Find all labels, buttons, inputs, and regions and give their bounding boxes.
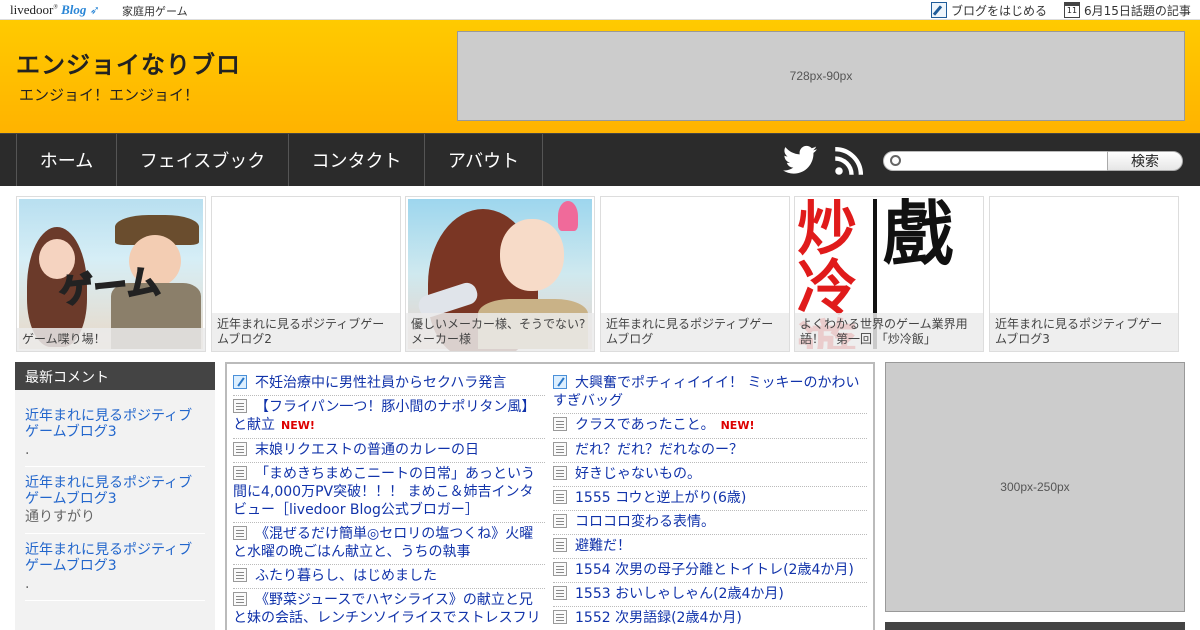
nav-about[interactable]: アバウト: [425, 134, 543, 186]
quill-icon: ➶: [89, 3, 100, 17]
header-ad-placeholder: 728px-90px: [457, 31, 1185, 121]
site-title[interactable]: エンジョイなりブロ: [16, 45, 241, 80]
document-icon: [553, 610, 567, 624]
sidebar-ad-placeholder: 300px-250px: [885, 362, 1185, 612]
nav-home[interactable]: ホーム: [16, 134, 117, 186]
search-button[interactable]: 検索: [1107, 151, 1183, 171]
feed-entry[interactable]: 【フライパン一つ！豚小間のナポリタン風】と献立 NEW!: [233, 396, 545, 439]
feed-entry[interactable]: 《野菜ジュースでハヤシライス》の献立と兄と妹の会話、レンチンソイライスでストレス…: [233, 589, 545, 630]
document-icon: [553, 562, 567, 576]
livedoor-blog-logo[interactable]: livedoor® Blog ➶: [10, 2, 100, 18]
feed-entry[interactable]: 不妊治療中に男性社員からセクハラ発言: [233, 372, 545, 396]
logo-blog-text: Blog: [61, 2, 87, 17]
start-blog-label: ブログをはじめる: [951, 3, 1048, 18]
sidebar-widget-heading-bar: [885, 622, 1185, 630]
thumb-caption: 近年まれに見るポジティブゲームブログ3: [990, 313, 1178, 351]
thumb-caption: ゲーム喋り場！: [17, 328, 205, 351]
blog-feed: 不妊治療中に男性社員からセクハラ発言 【フライパン一つ！豚小間のナポリタン風】と…: [225, 362, 875, 630]
feed-entry[interactable]: 避難だ！: [553, 535, 867, 559]
comment-item: 近年まれに見るポジティブゲームブログ3 .: [25, 534, 205, 601]
site-header: エンジョイなりブロ エンジョイ！エンジョイ！ 728px-90px: [0, 20, 1200, 133]
recent-comments-heading: 最新コメント: [15, 362, 215, 390]
blog-post-icon: [233, 375, 247, 389]
comment-item: 近年まれに見るポジティブゲームブログ3 通りすがり: [25, 467, 205, 534]
feed-entry[interactable]: コロコロ変わる表情。: [553, 511, 867, 535]
document-icon: [553, 417, 567, 431]
document-icon: [233, 442, 247, 456]
twitter-icon[interactable]: [783, 145, 817, 175]
category-link[interactable]: 家庭用ゲーム: [122, 3, 188, 19]
recent-comments-list: 近年まれに見るポジティブゲームブログ3 . 近年まれに見るポジティブゲームブログ…: [15, 390, 215, 630]
calendar-icon: 11: [1064, 2, 1080, 18]
featured-thumb-2[interactable]: 近年まれに見るポジティブゲームブログ2: [211, 196, 401, 352]
blog-post-icon: [553, 375, 567, 389]
document-icon: [233, 399, 247, 413]
document-icon: [233, 568, 247, 582]
document-icon: [233, 526, 247, 540]
document-icon: [553, 466, 567, 480]
document-icon: [553, 490, 567, 504]
search-icon: [890, 155, 901, 166]
comment-post-link[interactable]: 近年まれに見るポジティブゲームブログ3: [25, 475, 205, 507]
feed-entry[interactable]: 好きじゃないもの。: [553, 463, 867, 487]
new-badge: NEW!: [720, 419, 755, 432]
feed-entry[interactable]: 「まめきちまめこニートの日常」あっという間に4,000万PV突破！！！ まめこ＆…: [233, 463, 545, 523]
nav-facebook[interactable]: フェイスブック: [117, 134, 289, 186]
comment-post-link[interactable]: 近年まれに見るポジティブゲームブログ3: [25, 408, 205, 440]
nav-contact[interactable]: コンタクト: [289, 134, 425, 186]
featured-thumb-3[interactable]: 優しいメーカー様、そうでない?メーカー様: [405, 196, 595, 352]
featured-thumb-5[interactable]: 炒冷 遊戲 戲 よくわかる世界のゲーム業界用語！ 第一回 「炒冷飯」: [794, 196, 984, 352]
thumb-game-word: ゲーム: [57, 261, 164, 313]
rss-icon[interactable]: [834, 146, 864, 176]
featured-thumb-6[interactable]: 近年まれに見るポジティブゲームブログ3: [989, 196, 1179, 352]
document-icon: [553, 586, 567, 600]
thumb-caption: 近年まれに見るポジティブゲームブログ2: [212, 313, 400, 351]
feed-entry[interactable]: 1552 次男語録(2歳4か月): [553, 607, 867, 630]
thumb-caption: よくわかる世界のゲーム業界用語！ 第一回 「炒冷飯」: [795, 313, 983, 351]
comment-post-link[interactable]: 近年まれに見るポジティブゲームブログ3: [25, 542, 205, 574]
feed-entry[interactable]: クラスであったこと。 NEW!: [553, 414, 867, 439]
document-icon: [553, 514, 567, 528]
document-icon: [553, 538, 567, 552]
main-nav: ホーム フェイスブック コンタクト アバウト 検索: [0, 133, 1200, 186]
thumb-caption: 近年まれに見るポジティブゲームブログ: [601, 313, 789, 351]
pen-icon: [931, 2, 947, 18]
start-blog-link[interactable]: ブログをはじめる: [931, 1, 1047, 19]
feed-entry[interactable]: ふたり暮らし、はじめました: [233, 565, 545, 589]
document-icon: [553, 442, 567, 456]
trending-news-link[interactable]: 11 6月15日話題の記事: [1064, 1, 1191, 19]
logo-livedoor-text: livedoor: [10, 2, 54, 17]
thumb-caption: 優しいメーカー様、そうでない?メーカー様: [406, 313, 594, 351]
feed-entry[interactable]: 末娘リクエストの普通のカレーの日: [233, 439, 545, 463]
feed-column-right: 大興奮でポチィィイイイ！ ミッキーのかわいすぎバッグ クラスであったこと。 NEW…: [553, 372, 867, 630]
thumb-image-game: ゲーム: [19, 199, 203, 349]
site-subtitle: エンジョイ！エンジョイ！: [19, 86, 200, 104]
trending-news-label: 6月15日話題の記事: [1084, 3, 1191, 18]
feed-entry[interactable]: 1554 次男の母子分離とトイトレ(2歳4か月): [553, 559, 867, 583]
search-input[interactable]: [883, 151, 1108, 171]
feed-column-left: 不妊治療中に男性社員からセクハラ発言 【フライパン一つ！豚小間のナポリタン風】と…: [233, 372, 545, 630]
featured-thumb-1[interactable]: ゲーム ゲーム喋り場！: [16, 196, 206, 352]
feed-entry[interactable]: 《混ぜるだけ簡単◎セロリの塩つくね》火曜と水曜の晩ごはん献立と、うちの執事: [233, 523, 545, 565]
livedoor-top-bar: livedoor® Blog ➶ 家庭用ゲーム ブログをはじめる 11 6月15…: [0, 0, 1200, 20]
comment-author: .: [25, 576, 30, 592]
document-icon: [233, 466, 247, 480]
feed-entry[interactable]: 1553 おいしゃしゃん(2歳4か月): [553, 583, 867, 607]
new-badge: NEW!: [281, 419, 315, 432]
feed-entry[interactable]: 1555 コウと逆上がり(6歳): [553, 487, 867, 511]
feed-entry[interactable]: 大興奮でポチィィイイイ！ ミッキーのかわいすぎバッグ: [553, 372, 867, 414]
feed-entry[interactable]: だれ？だれ？だれなのー？: [553, 439, 867, 463]
featured-thumb-4[interactable]: 近年まれに見るポジティブゲームブログ: [600, 196, 790, 352]
thumb-kanji-black: 戲: [883, 196, 953, 275]
comment-item: 近年まれに見るポジティブゲームブログ3 .: [25, 400, 205, 467]
comment-author: 通りすがり: [25, 509, 95, 525]
comment-author: .: [25, 442, 30, 458]
document-icon: [233, 592, 247, 606]
